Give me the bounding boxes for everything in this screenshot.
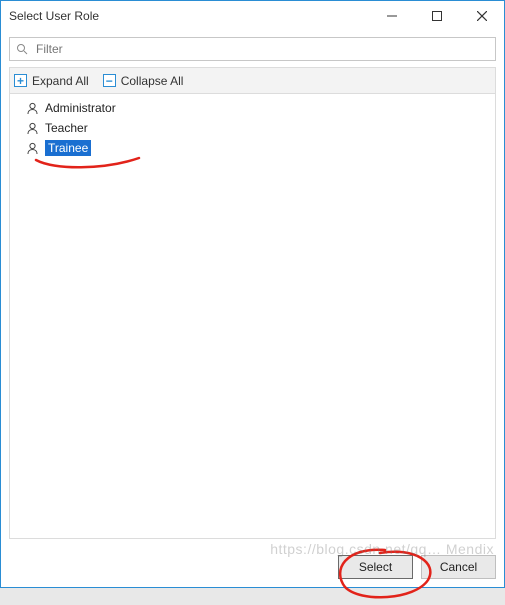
window-title: Select User Role (9, 9, 369, 23)
collapse-all-label: Collapse All (121, 74, 184, 88)
collapse-all-button[interactable]: − Collapse All (103, 74, 184, 88)
minimize-icon (387, 11, 397, 21)
filter-field[interactable] (9, 37, 496, 61)
search-icon (16, 43, 28, 55)
user-icon (26, 102, 39, 115)
select-button-label: Select (359, 560, 392, 574)
maximize-button[interactable] (414, 1, 459, 31)
expand-all-label: Expand All (32, 74, 89, 88)
user-icon (26, 122, 39, 135)
cancel-button[interactable]: Cancel (421, 555, 496, 579)
expand-all-button[interactable]: + Expand All (14, 74, 89, 88)
tree-item-label: Trainee (45, 140, 91, 156)
dialog-window: Select User Role + Expand All (0, 0, 505, 588)
minus-icon: − (103, 74, 116, 87)
tree-item[interactable]: Administrator (10, 98, 495, 118)
window-controls (369, 1, 504, 31)
tree-item-label: Teacher (45, 121, 88, 135)
titlebar: Select User Role (1, 1, 504, 31)
tree-item[interactable]: Teacher (10, 118, 495, 138)
plus-icon: + (14, 74, 27, 87)
filter-input[interactable] (34, 41, 489, 57)
role-tree[interactable]: Administrator Teacher Trainee (9, 93, 496, 539)
minimize-button[interactable] (369, 1, 414, 31)
close-icon (477, 11, 487, 21)
maximize-icon (432, 11, 442, 21)
cancel-button-label: Cancel (440, 560, 477, 574)
close-button[interactable] (459, 1, 504, 31)
select-button[interactable]: Select (338, 555, 413, 579)
user-icon (26, 142, 39, 155)
tree-item[interactable]: Trainee (10, 138, 495, 158)
dialog-footer: Select Cancel (1, 547, 504, 587)
tree-toolbar: + Expand All − Collapse All (9, 67, 496, 93)
tree-item-label: Administrator (45, 101, 116, 115)
content-area: + Expand All − Collapse All Administrato… (1, 31, 504, 547)
